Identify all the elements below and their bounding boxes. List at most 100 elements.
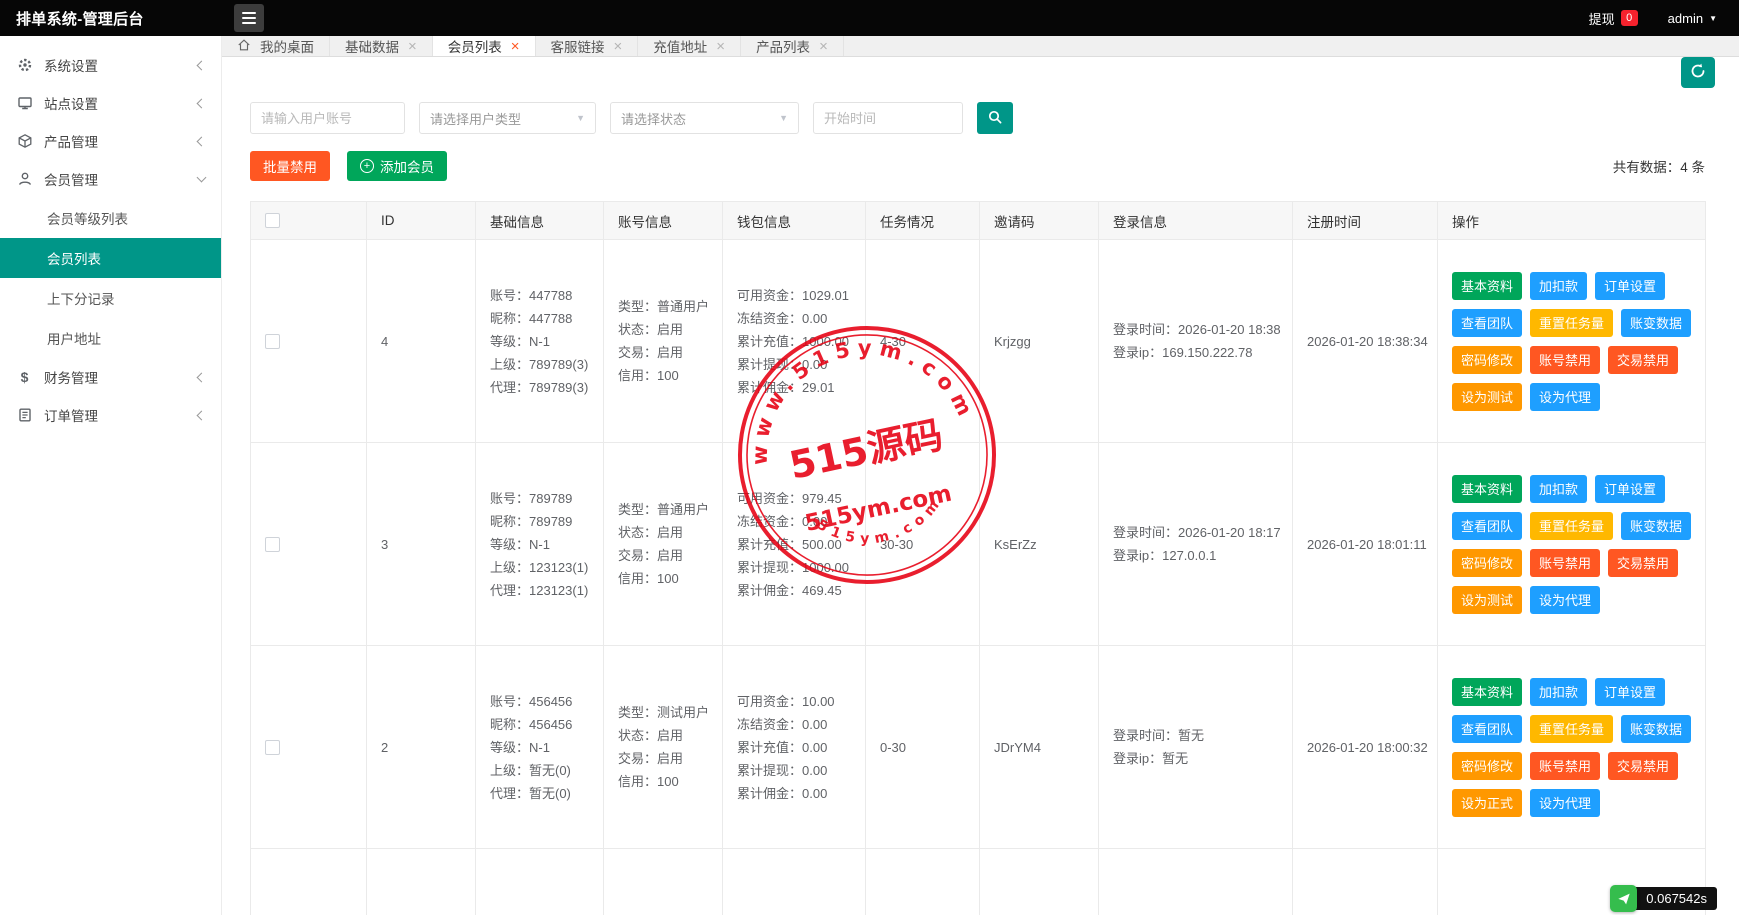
row-checkbox[interactable]: [265, 334, 280, 349]
op-order-settings-button[interactable]: 订单设置: [1595, 272, 1665, 300]
status-select[interactable]: 请选择状态 ▼: [610, 102, 799, 134]
close-icon[interactable]: ×: [819, 39, 828, 54]
op-order-settings-button[interactable]: 订单设置: [1595, 475, 1665, 503]
op-adjust-balance-button[interactable]: 加扣款: [1530, 272, 1587, 300]
withdraw-count-badge: 0: [1621, 10, 1638, 26]
sidebar-item-finance-management[interactable]: $ 财务管理: [0, 358, 221, 396]
op-basic-profile-button[interactable]: 基本资料: [1452, 272, 1522, 300]
info-line: 交易：启用: [618, 544, 714, 567]
op-disable-account-button[interactable]: 账号禁用: [1530, 752, 1600, 780]
sidebar-item-order-management[interactable]: 订单管理: [0, 396, 221, 434]
op-balance-records-button[interactable]: 账变数据: [1621, 309, 1691, 337]
tab-member-list[interactable]: 会员列表 ×: [433, 36, 536, 56]
tab-desktop[interactable]: 我的桌面: [222, 36, 330, 56]
op-adjust-balance-button[interactable]: 加扣款: [1530, 678, 1587, 706]
op-set-formal-button[interactable]: 设为正式: [1452, 789, 1522, 817]
op-basic-profile-button[interactable]: 基本资料: [1452, 678, 1522, 706]
cell-account-info: 类型：普通用户 状态：启用 交易：启用 信用：100: [604, 443, 723, 646]
sidebar-item-member-list[interactable]: 会员列表: [0, 238, 221, 278]
tab-recharge-address[interactable]: 充值地址 ×: [638, 36, 741, 56]
account-input[interactable]: [250, 102, 405, 134]
close-icon[interactable]: ×: [408, 39, 417, 54]
op-set-agent-button[interactable]: 设为代理: [1530, 789, 1600, 817]
op-adjust-balance-button[interactable]: 加扣款: [1530, 475, 1587, 503]
op-view-team-button[interactable]: 查看团队: [1452, 715, 1522, 743]
cell-invite-code: JDrYM4: [980, 646, 1099, 849]
close-icon[interactable]: ×: [511, 39, 520, 54]
cell-basic-info: 账号：789789 昵称：789789 等级：N-1 上级：123123(1) …: [476, 443, 604, 646]
search-button[interactable]: [977, 102, 1013, 134]
op-disable-account-button[interactable]: 账号禁用: [1530, 346, 1600, 374]
filter-bar: 请选择用户类型 ▼ 请选择状态 ▼: [222, 88, 1739, 134]
op-view-team-button[interactable]: 查看团队: [1452, 512, 1522, 540]
op-disable-trade-button[interactable]: 交易禁用: [1608, 549, 1678, 577]
op-balance-records-button[interactable]: 账变数据: [1621, 715, 1691, 743]
refresh-button[interactable]: [1681, 57, 1715, 88]
info-line: 登录时间：2026-01-20 18:17: [1113, 521, 1284, 544]
op-disable-account-button[interactable]: 账号禁用: [1530, 549, 1600, 577]
sidebar-item-product-management[interactable]: 产品管理: [0, 122, 221, 160]
batch-disable-button[interactable]: 批量禁用: [250, 151, 330, 181]
op-balance-records-button[interactable]: 账变数据: [1621, 512, 1691, 540]
cell-id: [367, 849, 476, 915]
cell-reg-time: 2026-01-20 18:00:32: [1293, 646, 1438, 849]
info-line: 状态：启用: [618, 521, 714, 544]
chevron-left-icon: [197, 98, 207, 108]
header-wallet-info: 钱包信息: [723, 202, 866, 240]
select-all-checkbox[interactable]: [265, 213, 280, 228]
sidebar-item-member-management[interactable]: 会员管理: [0, 160, 221, 198]
op-basic-profile-button[interactable]: 基本资料: [1452, 475, 1522, 503]
sidebar-item-points-records[interactable]: 上下分记录: [0, 278, 221, 318]
user-menu[interactable]: admin ▼: [1668, 11, 1717, 26]
table-row: 基本资料 加扣款 订单设置 查看团队 重置任务量 账变数据: [251, 849, 1706, 915]
caret-down-icon: ▼: [1709, 14, 1717, 23]
op-set-agent-button[interactable]: 设为代理: [1530, 383, 1600, 411]
cell-reg-time: [1293, 849, 1438, 915]
tab-service-link[interactable]: 客服链接 ×: [536, 36, 639, 56]
sidebar-item-system-settings[interactable]: 系统设置: [0, 46, 221, 84]
op-change-password-button[interactable]: 密码修改: [1452, 346, 1522, 374]
cell-operations: 基本资料 加扣款 订单设置 查看团队 重置任务量 账变数据 密码修改 账号禁用: [1438, 240, 1706, 443]
close-icon[interactable]: ×: [716, 39, 725, 54]
row-checkbox[interactable]: [265, 740, 280, 755]
info-line: 可用资金：979.45: [737, 487, 857, 510]
header-checkbox-cell: [251, 202, 367, 240]
info-line: 累计充值：500.00: [737, 533, 857, 556]
gear-icon: [16, 57, 33, 73]
sidebar-item-site-settings[interactable]: 站点设置: [0, 84, 221, 122]
info-line: 账号：447788: [490, 284, 595, 307]
sidebar-toggle-button[interactable]: [234, 4, 264, 32]
info-line: 可用资金：10.00: [737, 690, 857, 713]
dollar-icon: $: [16, 369, 33, 385]
op-change-password-button[interactable]: 密码修改: [1452, 752, 1522, 780]
start-time-input[interactable]: [813, 102, 963, 134]
add-member-button[interactable]: + 添加会员: [347, 151, 447, 181]
op-set-test-button[interactable]: 设为测试: [1452, 383, 1522, 411]
op-disable-trade-button[interactable]: 交易禁用: [1608, 346, 1678, 374]
cell-invite-code: Krjzgg: [980, 240, 1099, 443]
op-reset-task-button[interactable]: 重置任务量: [1530, 715, 1613, 743]
op-set-agent-button[interactable]: 设为代理: [1530, 586, 1600, 614]
close-icon[interactable]: ×: [614, 39, 623, 54]
tab-basic-data[interactable]: 基础数据 ×: [330, 36, 433, 56]
op-view-team-button[interactable]: 查看团队: [1452, 309, 1522, 337]
info-line: 代理：暂无(0): [490, 782, 595, 805]
info-line: 累计佣金：469.45: [737, 579, 857, 602]
username: admin: [1668, 11, 1703, 26]
withdraw-menu[interactable]: 提现 0: [1589, 9, 1638, 28]
op-set-test-button[interactable]: 设为测试: [1452, 586, 1522, 614]
cell-task-status: 4-30: [866, 240, 980, 443]
op-change-password-button[interactable]: 密码修改: [1452, 549, 1522, 577]
sidebar-item-user-address[interactable]: 用户地址: [0, 318, 221, 358]
user-type-select[interactable]: 请选择用户类型 ▼: [419, 102, 596, 134]
cell-reg-time: 2026-01-20 18:01:11: [1293, 443, 1438, 646]
op-reset-task-button[interactable]: 重置任务量: [1530, 309, 1613, 337]
op-reset-task-button[interactable]: 重置任务量: [1530, 512, 1613, 540]
info-line: 累计充值：0.00: [737, 736, 857, 759]
op-order-settings-button[interactable]: 订单设置: [1595, 678, 1665, 706]
row-checkbox[interactable]: [265, 537, 280, 552]
tab-product-list[interactable]: 产品列表 ×: [741, 36, 844, 56]
chat-float-icon[interactable]: [1610, 885, 1637, 912]
op-disable-trade-button[interactable]: 交易禁用: [1608, 752, 1678, 780]
sidebar-item-member-level-list[interactable]: 会员等级列表: [0, 198, 221, 238]
